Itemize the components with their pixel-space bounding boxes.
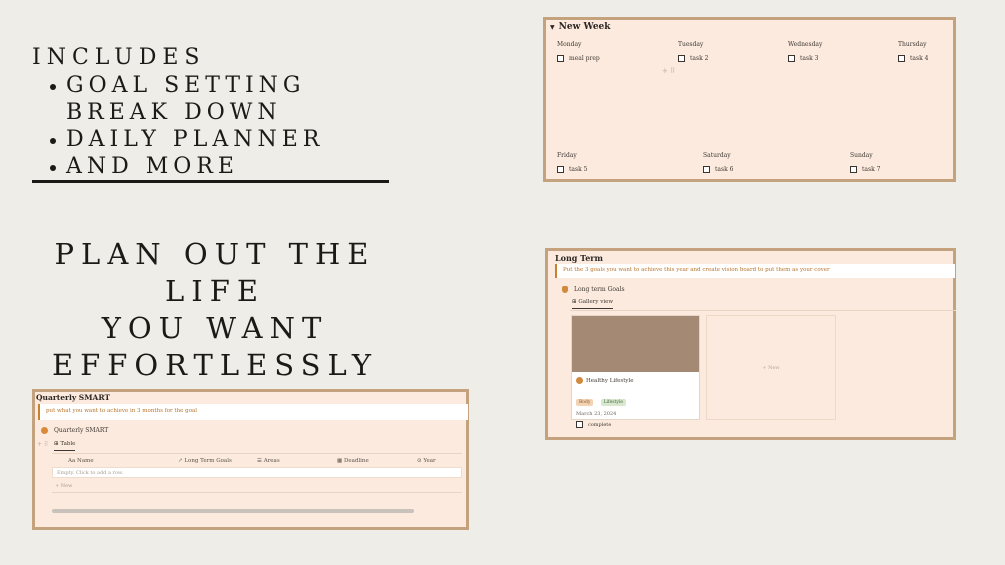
divider [570,310,956,311]
day-name: Sunday [850,152,873,159]
long-term-callout: Put the 3 goals you want to achieve this… [555,264,955,278]
task-item[interactable]: task 5 [557,166,587,173]
includes-list: Goal Setting Break Down Daily Planner An… [32,72,412,180]
list-item-text: Daily Planner [66,127,325,152]
column-header-deadline[interactable]: ▦ Deadline [337,458,369,464]
list-item-text: Goal Setting [66,73,306,98]
day-column-monday: Monday meal prep [557,41,600,62]
new-card-button[interactable]: + New [706,315,836,420]
tagline: Plan out the life you want effortlessly [20,236,410,384]
new-week-title: New Week [558,22,611,32]
checkbox[interactable] [898,55,905,62]
trophy-icon [562,286,568,293]
task-item[interactable]: task 7 [850,166,880,173]
star-icon [41,427,48,434]
new-week-toggle[interactable]: ▼ New Week [550,22,611,32]
tag-body: Body [576,399,594,406]
database-title[interactable]: Quarterly SMART [41,427,108,434]
new-week-panel: ▼ New Week Monday meal prep Tuesday task … [543,17,956,182]
day-name: Wednesday [788,41,823,48]
day-column-friday: Friday task 5 [557,152,587,173]
day-name: Thursday [898,41,927,48]
card-tags: Body Lifestyle [576,388,699,407]
column-header-long-term-goals[interactable]: ↗ Long Term Goals [178,458,232,464]
list-item: Daily Planner [32,126,412,153]
task-item[interactable]: task 4 [898,55,928,62]
divider [32,180,389,183]
horizontal-scrollbar[interactable] [52,509,414,513]
list-item: Goal Setting Break Down [32,72,412,126]
day-column-tuesday: Tuesday task 2 [678,41,708,62]
long-term-title: Long Term [555,253,603,263]
tagline-line: you want [101,311,329,345]
checkbox[interactable] [576,421,583,428]
checkbox[interactable] [703,166,710,173]
tagline-line: Plan out the life [54,237,376,308]
task-label: task 5 [569,166,588,173]
gallery-card[interactable]: Healthy Lifestyle Body Lifestyle March 2… [571,315,700,428]
task-label: task 4 [910,55,929,62]
table-icon: ⊞ [54,441,59,447]
includes-title: Includes [32,45,206,70]
quarterly-panel: Quarterly SMART put what you want to ach… [32,389,469,530]
task-label: task 7 [862,166,881,173]
bullet-icon [50,165,56,171]
day-name: Tuesday [678,41,704,48]
day-name: Saturday [703,152,731,159]
tag-lifestyle: Lifestyle [600,399,627,406]
quarterly-title: Quarterly SMART [36,393,111,402]
card-date: March 23, 2024 [576,411,617,417]
card-complete[interactable]: complete [576,421,699,428]
toggle-caret-icon[interactable]: ▼ [550,24,555,31]
checkbox[interactable] [557,166,564,173]
includes-block: Includes Goal Setting Break Down Daily P… [32,44,412,183]
database-title[interactable]: Long term Goals [562,286,625,293]
gallery-icon: ⊞ [572,299,577,305]
card-cover [572,316,699,372]
task-item[interactable]: meal prep [557,55,600,62]
tab-gallery-view[interactable]: ⊞ Gallery view [572,299,614,309]
day-column-sunday: Sunday task 7 [850,152,880,173]
day-column-thursday: Thursday task 4 [898,41,928,62]
drag-handle-icon[interactable]: + ⠿ [37,441,48,448]
list-item-text: Break Down [66,100,282,125]
quarterly-callout: put what you want to achieve in 3 months… [38,404,468,420]
task-label: meal prep [569,55,600,62]
drag-handle-icon[interactable]: + ⠿ [662,67,675,75]
long-term-panel: Long Term Put the 3 goals you want to ac… [545,248,956,440]
divider [52,453,462,454]
divider [52,492,462,493]
checkbox[interactable] [557,55,564,62]
day-column-saturday: Saturday task 6 [703,152,733,173]
column-header-year[interactable]: ⊙ Year [417,458,436,464]
day-name: Friday [557,152,577,159]
column-header-areas[interactable]: ☰ Areas [257,458,280,464]
day-name: Monday [557,41,582,48]
bullet-icon [50,84,56,90]
column-header-name[interactable]: Aa Name [68,458,94,464]
bullet-icon [50,138,56,144]
new-row-button[interactable]: + New [55,483,72,489]
task-item[interactable]: task 6 [703,166,733,173]
tagline-line: effortlessly [51,348,379,382]
checkbox[interactable] [850,166,857,173]
checkbox[interactable] [788,55,795,62]
day-column-wednesday: Wednesday task 3 [788,41,822,62]
card-title: Healthy Lifestyle [576,377,699,384]
task-item[interactable]: task 3 [788,55,822,62]
list-item: And More [32,153,412,180]
tab-table[interactable]: ⊞ Table [54,441,76,451]
task-label: task 2 [690,55,709,62]
heart-icon [576,377,583,384]
task-item[interactable]: task 2 [678,55,708,62]
checkbox[interactable] [678,55,685,62]
list-item-text: And More [66,154,239,179]
empty-table-row[interactable]: Empty. Click to add a row. [52,467,462,478]
task-label: task 6 [715,166,734,173]
task-label: task 3 [800,55,819,62]
